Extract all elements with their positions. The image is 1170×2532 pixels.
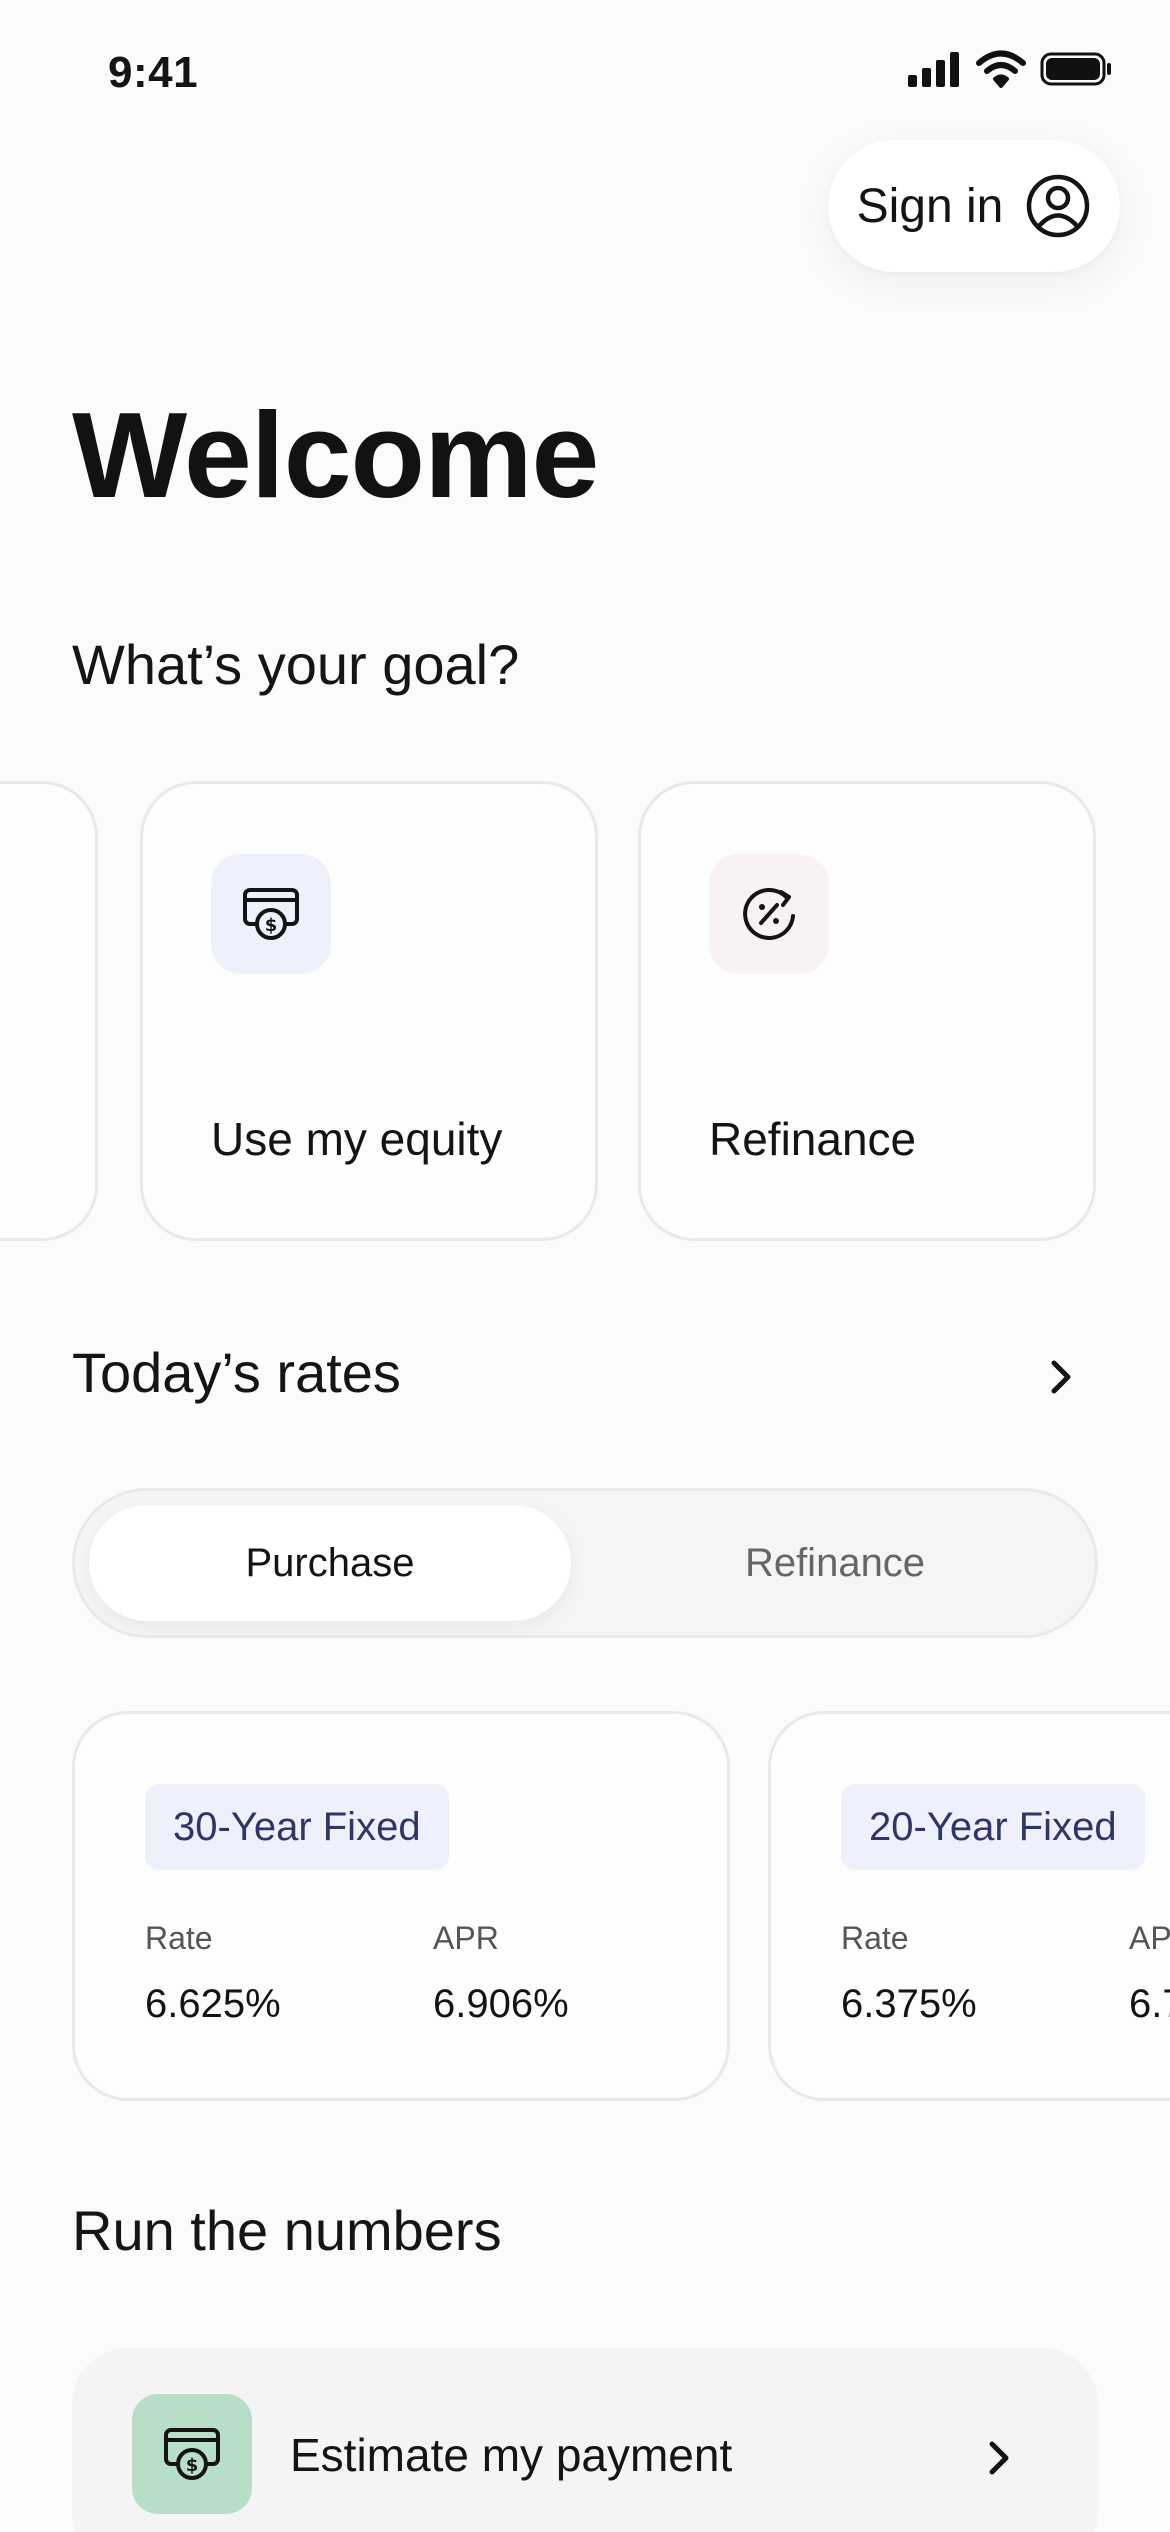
svg-text:$: $ (186, 2455, 199, 2476)
apr-label: APR (433, 1920, 499, 1956)
rate-value: 6.625% (145, 1982, 281, 2026)
goals-title: What’s your goal? (72, 633, 520, 696)
cellular-signal-icon (908, 52, 959, 87)
tools-title: Run the numbers (72, 2199, 502, 2262)
goal-card-buy[interactable] (0, 781, 98, 1241)
rate-value: 6.375% (841, 1982, 977, 2026)
cash-card-icon: $ (243, 888, 299, 940)
percent-refresh-icon (743, 887, 795, 940)
goal-icon-container: $ (211, 854, 331, 974)
chevron-right-icon (989, 2441, 1009, 2475)
goal-card-refinance[interactable]: Refinance (638, 781, 1096, 1241)
apr-label: APR (1129, 1920, 1170, 1956)
user-circle-icon (1027, 174, 1090, 238)
status-icons (906, 50, 1114, 88)
apr-value: 6.7 (1129, 1982, 1170, 2026)
goal-card-label: Use my equity (211, 1113, 503, 1165)
screen: 9:41 Sign in Welcome What’s your goal? $… (0, 0, 1170, 2532)
svg-text:$: $ (265, 915, 278, 936)
rate-term-badge: 30-Year Fixed (145, 1784, 449, 1870)
rate-card-30-year-fixed[interactable]: 30-Year Fixed Rate 6.625% APR 6.906% (72, 1711, 730, 2101)
goal-card-use-my-equity[interactable]: $ Use my equity (140, 781, 598, 1241)
sign-in-button[interactable]: Sign in (828, 140, 1120, 272)
apr-value: 6.906% (433, 1982, 569, 2026)
rates-title: Today’s rates (72, 1341, 401, 1404)
rate-card-20-year-fixed[interactable]: 20-Year Fixed Rate 6.375% APR 6.7 (768, 1711, 1170, 2101)
tab-refinance[interactable]: Refinance (585, 1505, 1085, 1621)
status-time: 9:41 (108, 48, 199, 97)
battery-icon (1040, 52, 1111, 86)
goal-icon-container (709, 854, 829, 974)
estimate-icon-container: $ (132, 2394, 252, 2514)
chevron-right-icon[interactable] (1046, 1355, 1076, 1399)
page-title: Welcome (72, 387, 599, 523)
rate-term-badge: 20-Year Fixed (841, 1784, 1145, 1870)
wifi-icon (976, 50, 1026, 88)
estimate-payment-button[interactable]: $ Estimate my payment (72, 2348, 1098, 2532)
cash-card-icon: $ (164, 2428, 220, 2480)
rate-label: Rate (841, 1920, 909, 1956)
sign-in-label: Sign in (856, 179, 1004, 233)
rate-label: Rate (145, 1920, 213, 1956)
rates-segmented-control: Purchase Refinance (72, 1488, 1098, 1638)
estimate-payment-label: Estimate my payment (290, 2429, 733, 2481)
tab-purchase[interactable]: Purchase (89, 1505, 571, 1621)
goal-card-label: Refinance (709, 1113, 917, 1165)
